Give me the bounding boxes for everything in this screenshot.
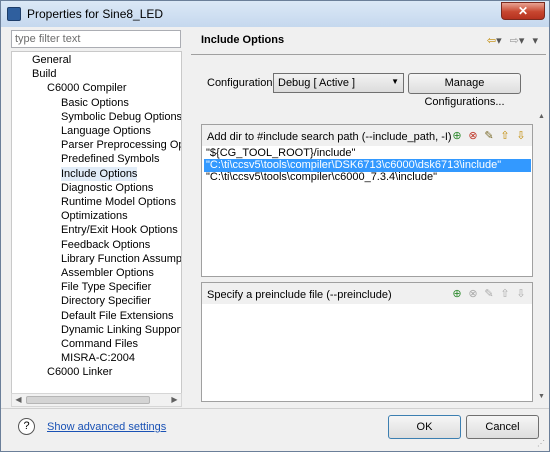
- scroll-thumb[interactable]: [26, 396, 150, 404]
- tree-item[interactable]: MISRA-C:2004: [61, 351, 135, 365]
- tree-item[interactable]: Dynamic Linking Support Opt: [61, 323, 181, 337]
- move-up-icon[interactable]: ⇧: [498, 129, 512, 142]
- close-button[interactable]: ✕: [501, 2, 545, 20]
- tree-item[interactable]: Basic Options: [61, 96, 129, 110]
- include-path-header-label: Add dir to #include search path (--inclu…: [207, 131, 452, 143]
- tree-item[interactable]: Include Options: [61, 166, 138, 181]
- tree-item[interactable]: Symbolic Debug Options: [61, 110, 181, 124]
- tree-item[interactable]: Entry/Exit Hook Options: [61, 223, 178, 237]
- history-nav: ⇦▾ ⇨▾ ▾: [482, 34, 538, 47]
- settings-tree[interactable]: General Build C6000 Compiler Basic Options S…: [11, 51, 182, 394]
- tree-item[interactable]: Runtime Model Options: [61, 195, 176, 209]
- preinclude-panel: Specify a preinclude file (--preinclude)…: [201, 282, 533, 402]
- tree-item[interactable]: Build: [32, 67, 56, 81]
- delete-icon: ⊗: [468, 288, 478, 300]
- ok-button[interactable]: OK: [388, 415, 461, 439]
- preinclude-header: Specify a preinclude file (--preinclude)…: [202, 283, 532, 304]
- delete-icon[interactable]: ⊗: [466, 129, 480, 142]
- tree-item[interactable]: Command Files: [61, 337, 138, 351]
- move-down-icon: ⇩: [516, 288, 526, 300]
- cancel-button[interactable]: Cancel: [466, 415, 539, 439]
- scroll-up-icon[interactable]: ▲: [536, 113, 547, 123]
- back-menu-icon[interactable]: ▾: [496, 35, 502, 47]
- include-path-row[interactable]: "C:\ti\ccsv5\tools\compiler\c6000_7.3.4\…: [204, 171, 437, 184]
- configuration-value: Debug [ Active ]: [278, 77, 356, 89]
- scroll-right-icon[interactable]: ▶: [168, 394, 181, 406]
- manage-configurations-button[interactable]: Manage Configurations...: [408, 73, 521, 108]
- help-icon[interactable]: ?: [18, 418, 35, 435]
- tree-item[interactable]: C6000 Compiler: [47, 81, 126, 95]
- chevron-down-icon: ▼: [391, 77, 399, 86]
- forward-menu-icon[interactable]: ▾: [519, 35, 525, 47]
- configuration-label: Configuration:: [207, 77, 276, 89]
- scroll-down-icon[interactable]: ▼: [536, 393, 547, 403]
- resize-grip-icon[interactable]: ⋰: [537, 439, 547, 449]
- move-up-icon: ⇧: [500, 288, 510, 300]
- tree-item[interactable]: File Type Specifier: [61, 280, 151, 294]
- tree-item[interactable]: Predefined Symbols: [61, 152, 159, 166]
- header-divider: [191, 54, 546, 55]
- properties-dialog: Properties for Sine8_LED ✕ GeneralBuildC…: [0, 0, 550, 452]
- move-down-icon[interactable]: ⇩: [514, 129, 528, 142]
- tree-item[interactable]: Language Options: [61, 124, 151, 138]
- edit-icon[interactable]: ✎: [482, 129, 496, 142]
- tree-item[interactable]: Diagnostic Options: [61, 181, 153, 195]
- tree-item[interactable]: Default File Extensions: [61, 309, 174, 323]
- filter-input[interactable]: [11, 30, 181, 48]
- tree-item[interactable]: Optimizations: [61, 209, 128, 223]
- tree-item[interactable]: Parser Preprocessing Options: [61, 138, 181, 152]
- page-title: Include Options: [201, 34, 285, 46]
- configuration-select[interactable]: Debug [ Active ] ▼: [273, 73, 404, 93]
- include-path-panel: Add dir to #include search path (--inclu…: [201, 124, 533, 277]
- page-vertical-scrollbar[interactable]: ▲ ▼: [536, 113, 547, 403]
- tree-item[interactable]: Feedback Options: [61, 238, 150, 252]
- add-icon[interactable]: ⊕: [450, 129, 464, 142]
- preinclude-header-label: Specify a preinclude file (--preinclude): [207, 289, 392, 301]
- tree-item[interactable]: Library Function Assumption: [61, 252, 181, 266]
- app-icon: [7, 7, 21, 21]
- show-advanced-settings-link[interactable]: Show advanced settings: [47, 421, 166, 433]
- add-icon[interactable]: ⊕: [450, 287, 464, 300]
- forward-icon[interactable]: ⇨: [510, 35, 519, 47]
- back-icon[interactable]: ⇦: [487, 35, 496, 47]
- window-title: Properties for Sine8_LED: [27, 7, 164, 21]
- tree-item[interactable]: Directory Specifier: [61, 294, 151, 308]
- view-menu-icon[interactable]: ▾: [532, 35, 538, 47]
- preinclude-toolbar: ⊕ ⊗ ✎ ⇧ ⇩: [448, 287, 528, 300]
- scroll-left-icon[interactable]: ◀: [12, 394, 25, 406]
- tree-horizontal-scrollbar[interactable]: ◀ ▶: [11, 393, 182, 407]
- include-path-toolbar: ⊕ ⊗ ✎ ⇧ ⇩: [448, 129, 528, 142]
- tree-item[interactable]: General: [32, 53, 71, 67]
- tree-item[interactable]: C6000 Linker: [47, 365, 112, 379]
- include-path-header: Add dir to #include search path (--inclu…: [202, 125, 532, 146]
- tree-item[interactable]: Assembler Options: [61, 266, 154, 280]
- title-bar[interactable]: Properties for Sine8_LED ✕: [1, 1, 549, 27]
- page-header: Include Options ⇦▾ ⇨▾ ▾: [191, 30, 546, 52]
- edit-icon: ✎: [484, 288, 494, 300]
- footer-divider: [1, 408, 549, 409]
